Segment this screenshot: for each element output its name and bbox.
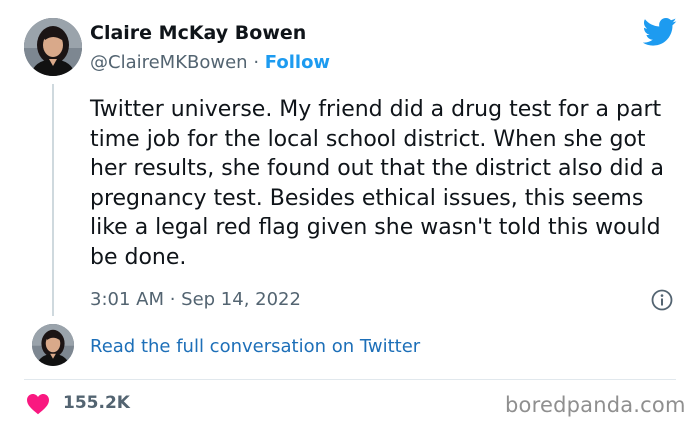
- heart-icon[interactable]: [26, 393, 50, 415]
- divider: [24, 379, 676, 380]
- thread-line: [52, 84, 54, 316]
- reply-avatar: [32, 324, 74, 366]
- boredpanda-watermark: boredpanda.com: [505, 393, 686, 417]
- read-conversation-link[interactable]: Read the full conversation on Twitter: [90, 336, 420, 357]
- author-avatar[interactable]: [24, 18, 82, 76]
- info-icon[interactable]: [651, 289, 673, 311]
- like-count: 155.2K: [63, 393, 130, 413]
- follow-button[interactable]: Follow: [265, 52, 330, 73]
- author-handle[interactable]: @ClaireMKBowen: [90, 52, 248, 73]
- tweet-timestamp[interactable]: 3:01 AM · Sep 14, 2022: [90, 289, 301, 310]
- author-handle-line: @ClaireMKBowen · Follow: [90, 52, 330, 73]
- author-name[interactable]: Claire McKay Bowen: [90, 22, 306, 44]
- handle-separator: ·: [253, 52, 260, 73]
- tweet-text: Twitter universe. My friend did a drug t…: [90, 97, 665, 270]
- twitter-bird-icon[interactable]: [642, 17, 677, 47]
